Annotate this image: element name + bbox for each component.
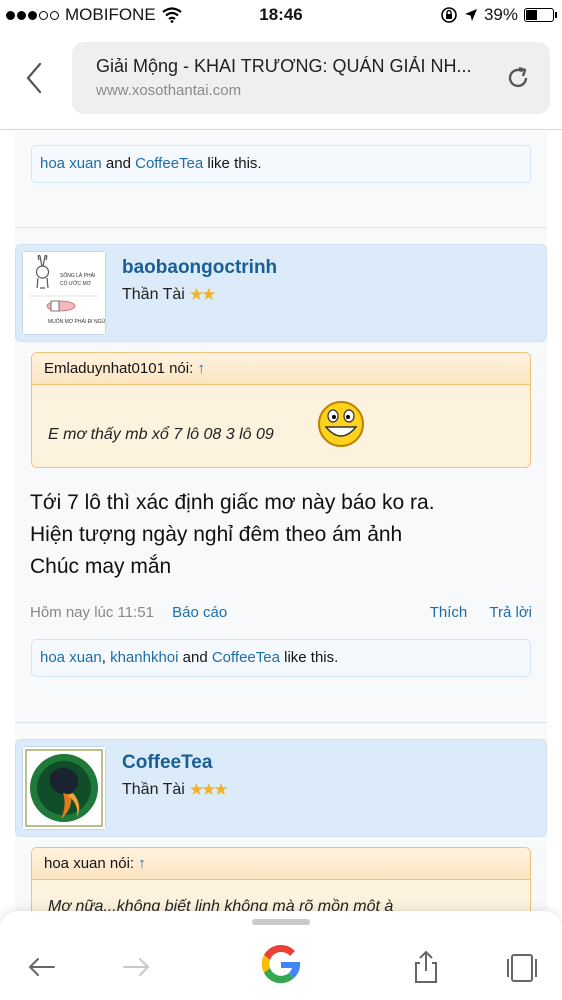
address-bar[interactable]: Giải Mộng - KHAI TRƯƠNG: QUÁN GIẢI NH...… bbox=[72, 42, 550, 114]
likes-suffix: like this. bbox=[284, 649, 339, 666]
browser-top-bar: Giải Mộng - KHAI TRƯƠNG: QUÁN GIẢI NH...… bbox=[0, 32, 562, 130]
battery-icon bbox=[524, 8, 557, 22]
avatar[interactable] bbox=[22, 746, 106, 830]
user-link[interactable]: hoa xuan bbox=[40, 155, 102, 172]
post-author-bar: SỐNG LÀ PHẢI CÓ ƯỚC MƠ MUỐN MƠ PHẢI ĐI N… bbox=[15, 244, 547, 342]
status-bar: MOBIFONE 18:46 39% bbox=[0, 0, 562, 32]
post-divider bbox=[15, 722, 547, 723]
web-page: hoa xuan and CoffeeTea like this. SỐNG L… bbox=[0, 131, 562, 927]
lion-avatar-image bbox=[23, 747, 105, 829]
likes-suffix: like this. bbox=[207, 155, 262, 172]
quote-jump-icon[interactable]: ↑ bbox=[197, 360, 205, 377]
quote-body: E mơ thấy mb xổ 7 lô 08 3 lô 09 bbox=[32, 385, 530, 467]
user-rank: Thần Tài ★★★ bbox=[122, 780, 229, 800]
like-link[interactable]: Thích bbox=[430, 604, 468, 621]
quote-jump-icon[interactable]: ↑ bbox=[138, 855, 146, 872]
google-icon[interactable] bbox=[258, 941, 304, 987]
reload-icon[interactable] bbox=[504, 64, 532, 92]
tabs-icon[interactable] bbox=[504, 949, 540, 985]
page-url: www.xosothantai.com bbox=[96, 82, 242, 99]
message-line: Tới 7 lô thì xác định giấc mơ này báo ko… bbox=[30, 491, 435, 514]
likes-joiner: and bbox=[182, 649, 208, 666]
avatar-caption: SỐNG LÀ PHẢI bbox=[60, 273, 96, 279]
message-line: Hiện tượng ngày nghỉ đêm theo ám ảnh bbox=[30, 523, 403, 546]
post-username[interactable]: CoffeeTea bbox=[122, 752, 212, 774]
quote-header: Emladuynhat0101 nói: ↑ bbox=[32, 353, 530, 385]
location-icon bbox=[464, 9, 477, 21]
user-rank-title: Thần Tài bbox=[122, 286, 185, 303]
likes-joiner: and bbox=[105, 155, 131, 172]
drag-handle[interactable] bbox=[252, 919, 310, 925]
rank-stars-icon: ★★★ bbox=[188, 780, 229, 799]
likes-summary: hoa xuan and CoffeeTea like this. bbox=[31, 145, 531, 183]
report-link[interactable]: Báo cáo bbox=[172, 604, 227, 621]
post-username[interactable]: baobaongoctrinh bbox=[122, 257, 277, 279]
user-link[interactable]: hoa xuan bbox=[40, 649, 102, 666]
quote-author: Emladuynhat0101 nói: bbox=[44, 360, 194, 377]
likes-summary: hoa xuan, khanhkhoi and CoffeeTea like t… bbox=[31, 639, 531, 677]
quote-block: Emladuynhat0101 nói: ↑ E mơ thấy mb xổ 7… bbox=[31, 352, 531, 468]
user-link[interactable]: CoffeeTea bbox=[135, 155, 203, 172]
user-link[interactable]: CoffeeTea bbox=[212, 649, 280, 666]
status-right-group: 39% bbox=[440, 5, 557, 25]
thread-content: hoa xuan and CoffeeTea like this. SỐNG L… bbox=[15, 131, 547, 927]
forward-arrow-icon[interactable] bbox=[118, 949, 154, 985]
page-title: Giải Mộng - KHAI TRƯƠNG: QUÁN GIẢI NH... bbox=[96, 56, 472, 76]
likes-comma: , bbox=[101, 649, 106, 666]
post-divider bbox=[15, 227, 547, 228]
post-actions: Thích Trả lời bbox=[412, 604, 532, 621]
browser-bottom-toolbar bbox=[0, 911, 562, 1000]
avatar-caption: CÓ ƯỚC MƠ bbox=[60, 281, 91, 287]
laughing-smiley-icon bbox=[318, 401, 364, 447]
avatar-caption: MUỐN MƠ PHẢI ĐI NGỦ bbox=[48, 319, 106, 325]
quote-text: E mơ thấy mb xổ 7 lô 08 3 lô 09 bbox=[48, 426, 274, 443]
user-rank-title: Thần Tài bbox=[122, 781, 185, 798]
quote-author: hoa xuan nói: bbox=[44, 855, 135, 872]
post-author-bar: CoffeeTea Thần Tài ★★★ bbox=[15, 739, 547, 837]
battery-percent: 39% bbox=[483, 5, 518, 24]
user-link[interactable]: khanhkhoi bbox=[110, 649, 178, 666]
quote-header: hoa xuan nói: ↑ bbox=[32, 848, 530, 880]
chevron-left-icon[interactable] bbox=[20, 60, 50, 96]
user-rank: Thần Tài ★★ bbox=[122, 285, 217, 305]
rotation-lock-icon bbox=[441, 7, 457, 23]
share-icon[interactable] bbox=[408, 949, 444, 985]
reply-link[interactable]: Trả lời bbox=[489, 604, 532, 621]
rank-stars-icon: ★★ bbox=[188, 285, 217, 304]
post-date[interactable]: Hôm nay lúc 11:51 bbox=[30, 604, 154, 621]
post-meta: Hôm nay lúc 11:51 Báo cáo Thích Trả lời bbox=[30, 604, 532, 621]
post-message: Tới 7 lô thì xác định giấc mơ này báo ko… bbox=[30, 487, 435, 583]
message-line: Chúc may mắn bbox=[30, 555, 172, 578]
back-arrow-icon[interactable] bbox=[24, 949, 60, 985]
